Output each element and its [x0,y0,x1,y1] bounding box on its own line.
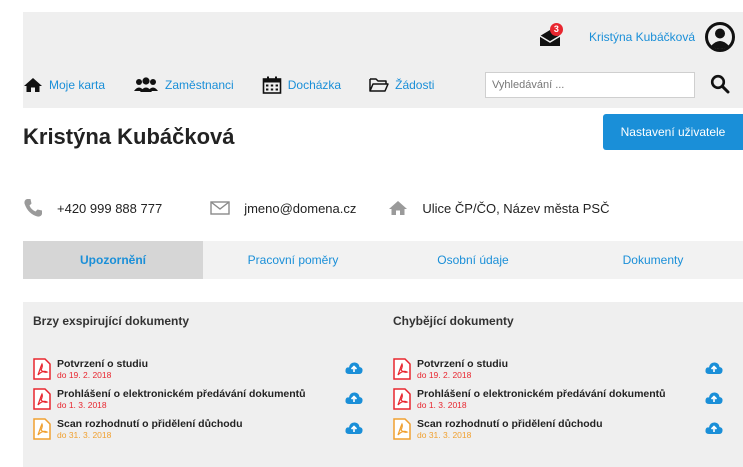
document-date: do 1. 3. 2018 [57,400,107,410]
list-item[interactable]: Prohlášení o elektronickém předávání dok… [33,388,373,418]
notification-badge: 3 [549,23,563,36]
search-icon[interactable] [710,74,730,94]
list-item[interactable]: Scan rozhodnutí o přidělení důchodu do 3… [33,418,373,448]
nav-label: Moje karta [49,78,106,92]
page-title: Kristýna Kubáčková [23,124,235,149]
cloud-upload-icon[interactable] [705,361,723,375]
avatar-icon[interactable] [705,22,735,52]
pdf-icon [393,358,411,380]
contact-address: Ulice ČP/ČO, Název města PSČ [388,200,610,216]
pdf-icon [393,388,411,410]
contact-info: +420 999 888 777 jmeno@domena.cz Ulice Č… [23,196,610,220]
email-address: jmeno@domena.cz [244,200,357,216]
list-item[interactable]: Potvrzení o studiu do 19. 2. 2018 [33,358,373,388]
tab-dokumenty[interactable]: Dokumenty [563,241,743,279]
nav-label: Docházka [287,78,342,92]
phone-number: +420 999 888 777 [57,200,163,216]
tab-bar: Upozornění Pracovní poměry Osobní údaje … [23,241,743,279]
tab-upozorneni[interactable]: Upozornění [23,241,203,279]
contact-email: jmeno@domena.cz [210,200,356,216]
missing-documents-panel: Chybějící dokumenty Potvrzení o studiu d… [383,302,743,467]
pdf-icon [33,418,51,440]
nav-item-zadosti[interactable]: Žádosti [369,77,434,93]
panel-title: Chybějící dokumenty [393,314,514,328]
document-name: Scan rozhodnutí o přidělení důchodu [417,418,603,430]
cloud-upload-icon[interactable] [705,391,723,405]
pdf-icon [393,418,411,440]
document-date: do 31. 3. 2018 [57,430,112,440]
document-name: Scan rozhodnutí o přidělení důchodu [57,418,243,430]
document-date: do 31. 3. 2018 [417,430,472,440]
document-date: do 19. 2. 2018 [57,370,112,380]
document-date: do 19. 2. 2018 [417,370,472,380]
document-name: Potvrzení o studiu [417,358,509,370]
nav-label: Zaměstnanci [165,78,234,92]
document-name: Potvrzení o studiu [57,358,149,370]
address-text: Ulice ČP/ČO, Název města PSČ [422,200,610,216]
contact-phone: +420 999 888 777 [23,198,162,218]
notifications-button[interactable]: 3 [535,23,565,51]
calendar-icon [262,76,282,94]
phone-icon [24,199,42,217]
nav-item-zamestnanci[interactable]: Zaměstnanci [133,77,234,93]
user-area: 3 Kristýna Kubáčková [535,20,735,54]
nav-label: Žádosti [395,78,435,92]
home-icon [389,201,408,215]
document-date: do 1. 3. 2018 [417,400,467,410]
user-menu-link[interactable]: Kristýna Kubáčková [589,30,695,44]
tab-pracovni-pomery[interactable]: Pracovní poměry [203,241,383,279]
home-icon [24,78,42,92]
expiring-documents-panel: Brzy exspirující dokumenty Potvrzení o s… [23,302,383,467]
main-nav: Moje karta Zaměstnanci Docházka Žádosti … [23,70,743,100]
users-icon [134,77,159,92]
nav-item-dochazka[interactable]: Docházka [262,76,341,94]
list-item[interactable]: Scan rozhodnutí o přidělení důchodu do 3… [393,418,733,448]
top-bar: 3 Kristýna Kubáčková Moje karta Zaměstna… [23,12,743,108]
list-item[interactable]: Prohlášení o elektronickém předávání dok… [393,388,733,418]
folder-icon [369,78,389,92]
panel-title: Brzy exspirující dokumenty [33,314,190,328]
pdf-icon [33,388,51,410]
search-input[interactable]: Vyhledávání ... [485,72,695,98]
tab-osobni-udaje[interactable]: Osobní údaje [383,241,563,279]
mail-icon [210,201,230,215]
document-name: Prohlášení o elektronickém předávání dok… [417,388,666,400]
nav-item-moje-karta[interactable]: Moje karta [23,77,105,93]
cloud-upload-icon[interactable] [345,361,363,375]
pdf-icon [33,358,51,380]
cloud-upload-icon[interactable] [705,421,723,435]
cloud-upload-icon[interactable] [345,421,363,435]
user-settings-button[interactable]: Nastavení uživatele [603,114,743,150]
cloud-upload-icon[interactable] [345,391,363,405]
document-name: Prohlášení o elektronickém předávání dok… [57,388,306,400]
list-item[interactable]: Potvrzení o studiu do 19. 2. 2018 [393,358,733,388]
